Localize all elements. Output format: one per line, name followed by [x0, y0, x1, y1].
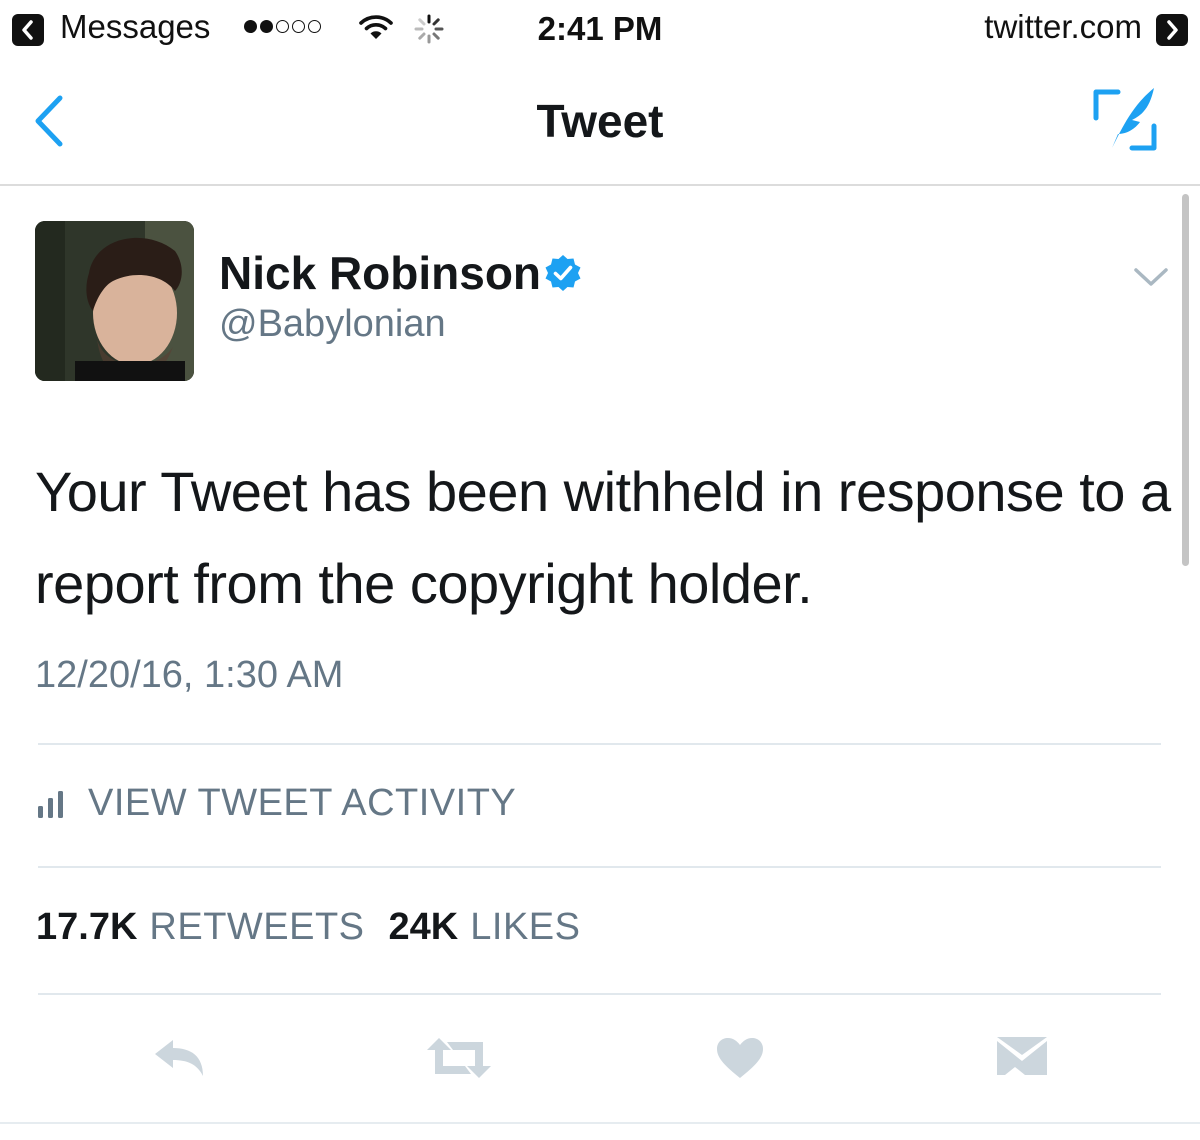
divider: [38, 866, 1161, 868]
like-button[interactable]: [714, 1028, 766, 1088]
retweets-count[interactable]: 17.7K: [36, 906, 137, 949]
view-tweet-activity-button[interactable]: VIEW TWEET ACTIVITY: [36, 782, 516, 825]
chevron-right-small-icon: [1167, 20, 1178, 40]
reply-icon: [155, 1040, 203, 1076]
retweet-icon: [427, 1038, 491, 1078]
author-handle[interactable]: @Babylonian: [219, 303, 446, 346]
reply-button[interactable]: [150, 1028, 208, 1088]
divider: [38, 743, 1161, 745]
profile-photo: [35, 221, 194, 381]
scrollbar[interactable]: [1182, 194, 1189, 566]
chevron-down-icon[interactable]: [1132, 262, 1170, 292]
author-name[interactable]: Nick Robinson: [219, 246, 541, 300]
heart-icon: [717, 1038, 763, 1078]
retweet-button[interactable]: [424, 1028, 494, 1088]
retweets-label[interactable]: RETWEETS: [149, 906, 364, 949]
divider: [38, 993, 1161, 995]
divider: [0, 1122, 1200, 1124]
verified-badge-icon: [545, 255, 581, 291]
status-bar: Messages 2:41 PM twitter.com: [0, 0, 1200, 60]
tweet-timestamp: 12/20/16, 1:30 AM: [35, 654, 344, 696]
page-title: Tweet: [536, 95, 664, 147]
envelope-icon: [997, 1037, 1047, 1075]
site-label[interactable]: twitter.com: [984, 8, 1142, 46]
likes-count[interactable]: 24K: [389, 906, 459, 949]
direct-message-button[interactable]: [994, 1028, 1050, 1088]
nav-bar: Tweet: [0, 60, 1200, 186]
tweet-stats: 17.7K RETWEETS 24K LIKES: [36, 906, 580, 949]
avatar[interactable]: [35, 221, 194, 381]
activity-label: VIEW TWEET ACTIVITY: [88, 782, 517, 824]
compose-tweet-icon[interactable]: [1088, 84, 1162, 154]
bar-chart-icon: [38, 790, 63, 818]
likes-label[interactable]: LIKES: [470, 906, 580, 949]
forward-to-site-button[interactable]: [1156, 14, 1188, 46]
tweet-text: Your Tweet has been withheld in response…: [35, 460, 1171, 615]
